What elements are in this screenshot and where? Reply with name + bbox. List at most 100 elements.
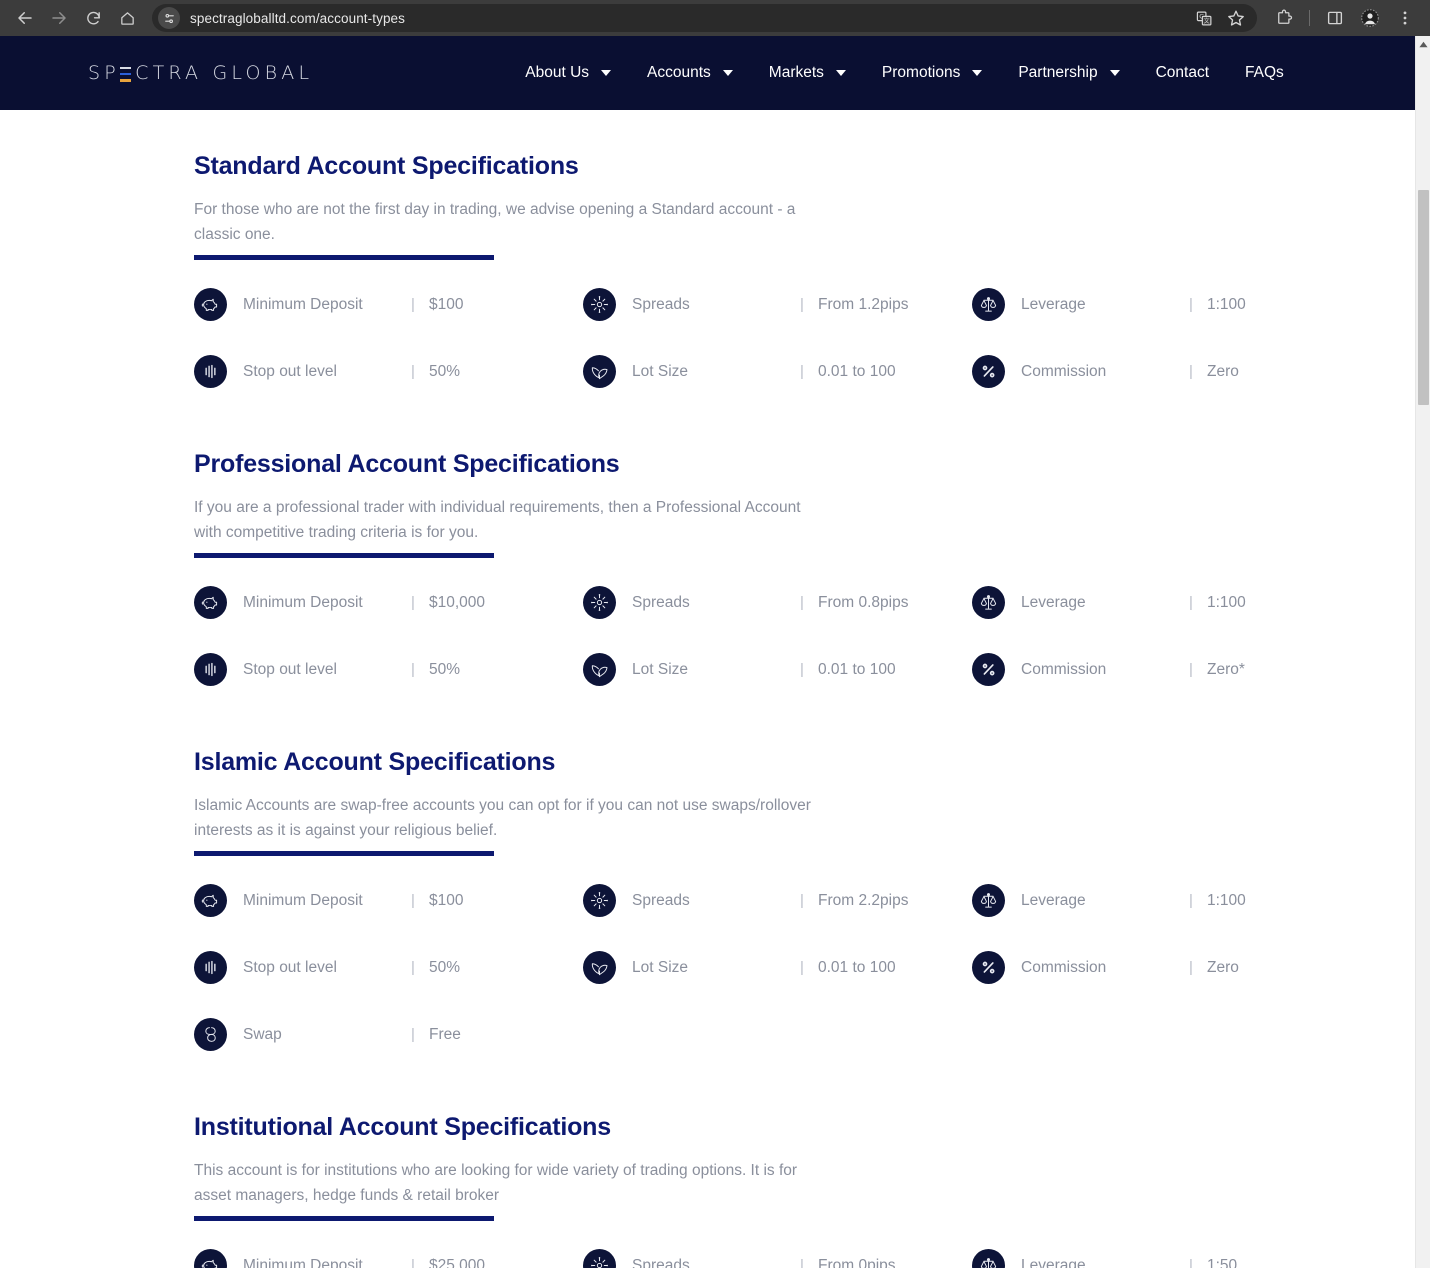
spec-value: $100 — [429, 295, 464, 313]
spec-separator: | — [411, 296, 415, 313]
spec-icon-badge — [972, 653, 1005, 686]
spec-icon-badge — [972, 884, 1005, 917]
scrollbar-thumb[interactable] — [1418, 190, 1429, 405]
piggy-bank-icon — [201, 298, 218, 311]
account-section: Professional Account Specifications If yo… — [0, 450, 1415, 686]
section-description: This account is for institutions who are… — [194, 1162, 798, 1204]
spec-value: Zero — [1207, 958, 1239, 976]
site-settings-button[interactable] — [158, 7, 180, 29]
spec-value: 50% — [429, 660, 461, 678]
spec-label: Spreads — [632, 891, 690, 909]
spec-icon-badge — [972, 1249, 1005, 1268]
account-section: Standard Account Specifications For those… — [0, 152, 1415, 388]
section-description: For those who are not the first day in t… — [194, 201, 796, 243]
chevron-down-icon — [1109, 70, 1120, 76]
spec-icon-badge — [972, 288, 1005, 321]
nav-item-label: Promotions — [881, 64, 961, 81]
home-button[interactable] — [112, 3, 142, 33]
back-button[interactable] — [10, 3, 40, 33]
spec-separator: | — [411, 363, 415, 380]
browser-viewport: SP CTRA GLOBAL About Us Accounts Markets Pro… — [0, 36, 1430, 1268]
chevron-down-icon — [722, 70, 733, 76]
logo-e-glyph-icon — [119, 66, 131, 82]
bar-levels-icon — [205, 364, 216, 379]
site-settings-icon — [164, 13, 174, 23]
nav-item-accounts[interactable]: Accounts — [629, 64, 751, 82]
nav-item-promotions[interactable]: Promotions — [864, 64, 1000, 82]
spec-label: Swap — [243, 1025, 282, 1043]
spec-label: Commission — [1021, 660, 1107, 678]
spec-label: Stop out level — [243, 362, 337, 380]
scales-icon — [980, 595, 997, 610]
spec-row: Spreads | From 0pips — [583, 1249, 972, 1268]
section-title: Islamic Account Specifications — [194, 748, 556, 776]
nav-item-partnership[interactable]: Partnership — [1000, 64, 1137, 82]
page-scrollbar[interactable] — [1415, 36, 1430, 1268]
extensions-button[interactable] — [1269, 3, 1299, 33]
spec-icon-badge — [194, 1249, 227, 1268]
nav-item-markets[interactable]: Markets — [751, 64, 864, 82]
spec-label: Spreads — [632, 295, 690, 313]
section-title: Professional Account Specifications — [194, 450, 620, 478]
bookmark-button[interactable] — [1221, 3, 1251, 33]
chevron-down-icon — [972, 70, 983, 76]
spec-value: 0.01 to 100 — [818, 958, 896, 976]
spec-value: From 0pips — [818, 1256, 896, 1268]
reload-button[interactable] — [78, 3, 108, 33]
home-icon — [120, 11, 134, 25]
spec-value: Free — [429, 1025, 461, 1043]
spec-label: Leverage — [1021, 593, 1086, 611]
spec-separator: | — [411, 661, 415, 678]
nav-item-label: About Us — [525, 64, 590, 81]
spec-label: Lot Size — [632, 362, 689, 380]
spec-separator: | — [800, 1257, 804, 1268]
side-panel-button[interactable] — [1320, 3, 1350, 33]
spec-grid: Minimum Deposit | $25,000 Spreads | From 0pip… — [194, 1249, 1415, 1268]
scales-icon — [980, 893, 997, 908]
spec-value: 50% — [429, 362, 461, 380]
account-section: Islamic Account Specifications Islamic Ac… — [0, 748, 1415, 1051]
spec-label: Stop out level — [243, 660, 337, 678]
spec-row: Spreads | From 0.8pips — [583, 586, 972, 619]
forward-button[interactable] — [44, 3, 74, 33]
spread-rays-icon — [591, 1257, 608, 1268]
address-bar[interactable]: spectragloballtd.com/account-types G 文 — [152, 4, 1257, 32]
nav-item-label: Contact — [1155, 64, 1210, 81]
percent-icon — [982, 365, 995, 378]
profile-button[interactable] — [1355, 3, 1385, 33]
nav-item-about-us[interactable]: About Us — [507, 64, 629, 82]
scroll-up-arrow-button[interactable] — [1416, 36, 1430, 52]
spec-value: 1:100 — [1207, 295, 1246, 313]
logo-text-pre: SP — [88, 62, 120, 84]
spec-icon-badge — [194, 1018, 227, 1051]
lot-size-icon — [591, 367, 608, 380]
chrome-menu-button[interactable] — [1390, 3, 1420, 33]
spec-separator: | — [1189, 959, 1193, 976]
spec-row: Leverage | 1:50 — [972, 1249, 1272, 1268]
bar-levels-icon — [205, 960, 216, 975]
spec-row: Stop out level | 50% — [194, 951, 583, 984]
spec-grid: Minimum Deposit | $10,000 Spreads | From 0.8p… — [194, 586, 1415, 686]
spec-grid: Minimum Deposit | $100 Spreads | From 1.2pips… — [194, 288, 1415, 388]
nav-item-contact[interactable]: Contact — [1138, 64, 1227, 82]
site-logo[interactable]: SP CTRA GLOBAL — [88, 62, 313, 84]
nav-item-label: FAQs — [1245, 64, 1284, 81]
three-dot-menu-icon — [1403, 11, 1407, 25]
spec-icon-badge — [583, 288, 616, 321]
nav-item-faqs[interactable]: FAQs — [1227, 64, 1302, 82]
translate-button[interactable]: G 文 — [1189, 3, 1219, 33]
spec-label: Minimum Deposit — [243, 295, 363, 313]
spec-row: Leverage | 1:100 — [972, 586, 1272, 619]
spec-value: From 2.2pips — [818, 891, 909, 909]
spec-label: Leverage — [1021, 891, 1086, 909]
page-content: SP CTRA GLOBAL About Us Accounts Markets Pro… — [0, 36, 1415, 1268]
spec-row: Commission | Zero — [972, 951, 1272, 984]
piggy-bank-icon — [201, 894, 218, 907]
site-header: SP CTRA GLOBAL About Us Accounts Markets Pro… — [0, 36, 1415, 110]
spec-icon-badge — [583, 586, 616, 619]
spec-label: Spreads — [632, 1256, 690, 1268]
spec-label: Commission — [1021, 362, 1107, 380]
spec-grid: Minimum Deposit | $100 Spreads | From 2.2pips… — [194, 884, 1415, 1051]
spec-separator: | — [1189, 296, 1193, 313]
